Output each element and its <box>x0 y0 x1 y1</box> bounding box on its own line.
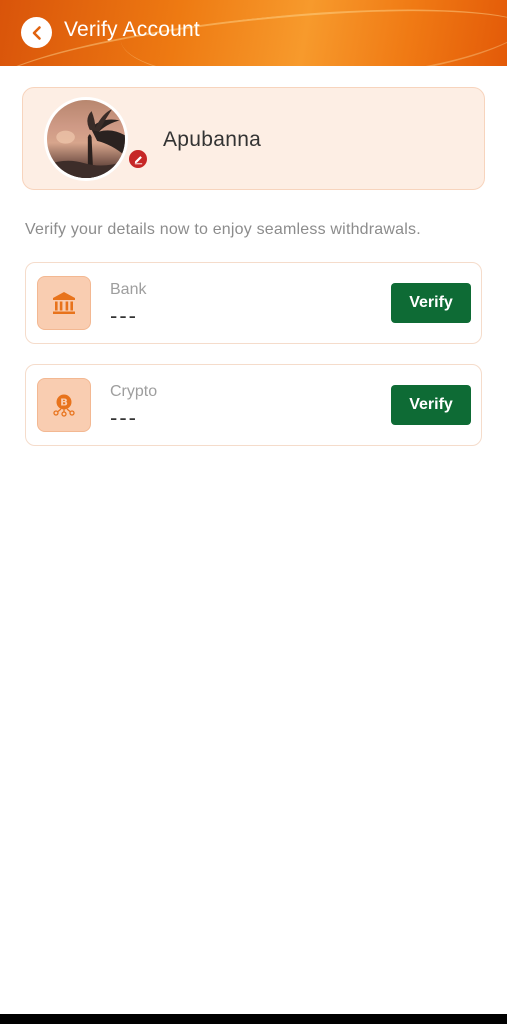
avatar[interactable] <box>44 97 128 181</box>
page-title: Verify Account <box>64 18 200 41</box>
pencil-icon <box>134 155 142 164</box>
verify-bank-button[interactable]: Verify <box>391 283 471 323</box>
username: Apubanna <box>163 128 262 151</box>
edit-avatar-button[interactable] <box>127 148 149 170</box>
svg-text:B: B <box>60 398 68 409</box>
bitcoin-icon: B <box>53 394 75 417</box>
bank-icon-tile <box>37 276 91 330</box>
bank-icon <box>53 292 75 314</box>
bank-label: Bank <box>110 281 147 298</box>
verify-info-text: Verify your details now to enjoy seamles… <box>25 221 421 238</box>
bank-method-card: Bank --- Verify <box>25 262 482 344</box>
app-header: Verify Account <box>0 0 507 66</box>
avatar-photo <box>47 109 125 178</box>
verify-crypto-button[interactable]: Verify <box>391 385 471 425</box>
crypto-icon-tile: B <box>37 378 91 432</box>
crypto-label: Crypto <box>110 383 158 400</box>
back-button[interactable] <box>21 17 52 48</box>
bank-value: --- <box>110 303 138 328</box>
chevron-left-icon <box>32 25 41 40</box>
crypto-value: --- <box>110 405 138 430</box>
system-navigation-bar <box>0 1014 507 1024</box>
profile-card: Apubanna <box>22 87 485 190</box>
crypto-method-card: B Crypto --- Verify <box>25 364 482 446</box>
